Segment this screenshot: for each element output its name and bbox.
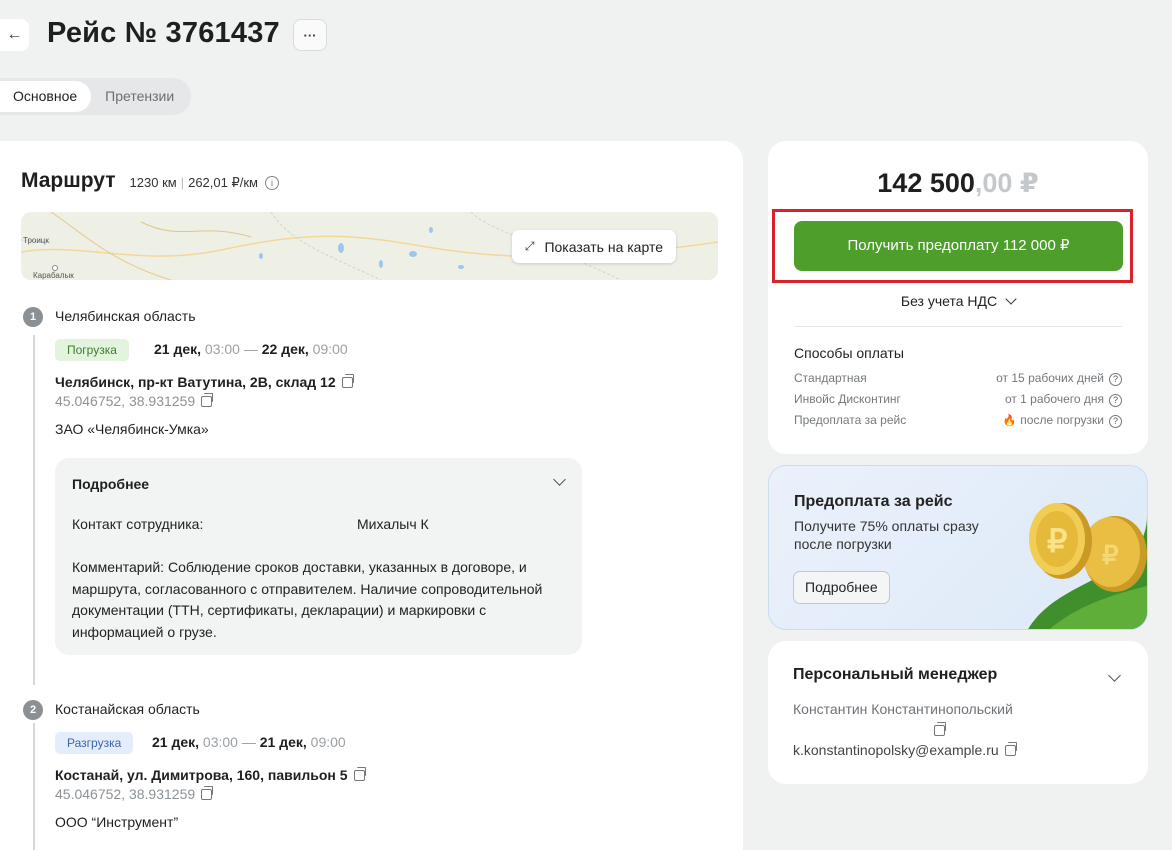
arrow-left-icon: ← (6, 26, 23, 43)
divider (794, 326, 1122, 327)
details-title: Подробнее (72, 476, 150, 492)
copy-icon[interactable] (934, 722, 946, 736)
promo-details-button[interactable]: Подробнее (793, 571, 890, 604)
tabs: Основное Претензии (0, 78, 192, 115)
manager-card: Персональный менеджер Константин Констан… (768, 641, 1148, 784)
stop-region: Костанайская область (55, 701, 200, 717)
stop-company: ЗАО «Челябинск-Умка» (55, 421, 209, 437)
map-label-city1: Троицк (23, 236, 49, 245)
details-comment: Комментарий: Соблюдение сроков доставки,… (72, 559, 543, 640)
payment-method-row: Инвойс Дисконтинг от 1 рабочего дня? (794, 390, 1122, 408)
show-on-map-label: Показать на карте (544, 238, 663, 255)
payment-methods-title: Способы оплаты (794, 345, 904, 361)
route-title: Маршрут (21, 169, 116, 192)
copy-icon[interactable] (201, 393, 214, 407)
unload-tag: Разгрузка (55, 732, 134, 754)
copy-icon[interactable] (1004, 742, 1017, 756)
timeline-line (33, 723, 35, 850)
show-on-map-button[interactable]: ⤢ Показать на карте (511, 230, 676, 263)
copy-icon[interactable] (201, 786, 214, 800)
manager-title: Персональный менеджер (793, 666, 998, 683)
get-prepayment-button[interactable]: Получить предоплату 112 000 ₽ (794, 221, 1123, 271)
manager-name: Константин Константинопольский (793, 701, 1013, 717)
stop-number-badge: 1 (23, 307, 43, 327)
promo-title: Предоплата за рейс (794, 493, 953, 510)
svg-text:₽: ₽ (1102, 540, 1119, 570)
question-icon[interactable]: ? (1109, 393, 1122, 407)
chevron-down-icon[interactable] (1108, 669, 1121, 682)
promo-card: Предоплата за рейс Получите 75% оплаты с… (768, 465, 1148, 630)
separator: | (180, 175, 185, 190)
price-card: 142 500,00 ₽ Получить предоплату 112 000… (768, 141, 1148, 454)
back-button[interactable]: ← (0, 19, 29, 51)
timeline-line (33, 335, 35, 685)
stop-address: Челябинск, пр-кт Ватутина, 2В, склад 12 (55, 374, 354, 390)
page-title: Рейс № 3761437 (47, 17, 280, 49)
copy-icon[interactable] (341, 374, 354, 388)
contact-value: Михалыч К (357, 516, 429, 532)
more-icon: ··· (303, 27, 317, 43)
stop-address: Костанай, ул. Димитрова, 160, павильон 5 (55, 767, 366, 783)
question-icon[interactable]: ? (1109, 372, 1122, 386)
promo-text: Получите 75% оплаты сразу после погрузки (794, 518, 979, 552)
ruble-coins-illustration: ₽ ₽ (1028, 503, 1147, 629)
route-rate: 262,01 ₽/км (188, 174, 258, 190)
stop-coords: 45.046752, 38.931259 (55, 393, 214, 409)
contact-label: Контакт сотрудника: (72, 516, 204, 532)
stop-coords: 45.046752, 38.931259 (55, 786, 214, 802)
route-distance: 1230 км (129, 175, 177, 190)
map-label-city2: Карабалык (33, 271, 74, 280)
payment-method-row: Предоплата за рейс 🔥 после погрузки? (794, 411, 1122, 429)
fire-icon: 🔥 (1002, 414, 1017, 427)
chevron-down-icon[interactable] (553, 473, 566, 486)
route-header: Маршрут 1230 км | 262,01 ₽/км i (21, 169, 279, 193)
route-map[interactable]: Троицк Карабалык ⤢ Показать на карте (21, 212, 718, 280)
stop-region: Челябинская область (55, 308, 196, 324)
tab-claims[interactable]: Претензии (91, 81, 188, 112)
payment-method-row: Стандартная от 15 рабочих дней? (794, 369, 1122, 387)
expand-icon: ⤢ (524, 239, 535, 253)
stop-datetime: 21 дек, 03:00 — 22 дек, 09:00 (154, 341, 348, 357)
stop-number-badge: 2 (23, 700, 43, 720)
chevron-down-icon (1005, 293, 1017, 305)
info-icon[interactable]: i (264, 175, 279, 190)
question-icon[interactable]: ? (1109, 414, 1122, 428)
price-total: 142 500,00 ₽ (877, 168, 1039, 198)
load-tag: Погрузка (55, 339, 129, 361)
stop-company: ООО “Инструмент” (55, 814, 179, 830)
more-button[interactable]: ··· (293, 19, 327, 51)
vat-dropdown[interactable]: Без учета НДС (768, 293, 1148, 309)
route-meta: 1230 км | 262,01 ₽/км i (130, 175, 279, 191)
copy-icon[interactable] (353, 767, 366, 781)
tab-main[interactable]: Основное (0, 81, 92, 112)
details-panel: Подробнее Контакт сотрудника: Михалыч К … (55, 458, 582, 655)
route-card: Маршрут 1230 км | 262,01 ₽/км i Троицк К… (0, 141, 743, 850)
manager-email: k.konstantinopolsky@example.ru (793, 742, 1017, 758)
svg-text:₽: ₽ (1047, 523, 1067, 559)
stop-datetime: 21 дек, 03:00 — 21 дек, 09:00 (152, 734, 346, 750)
